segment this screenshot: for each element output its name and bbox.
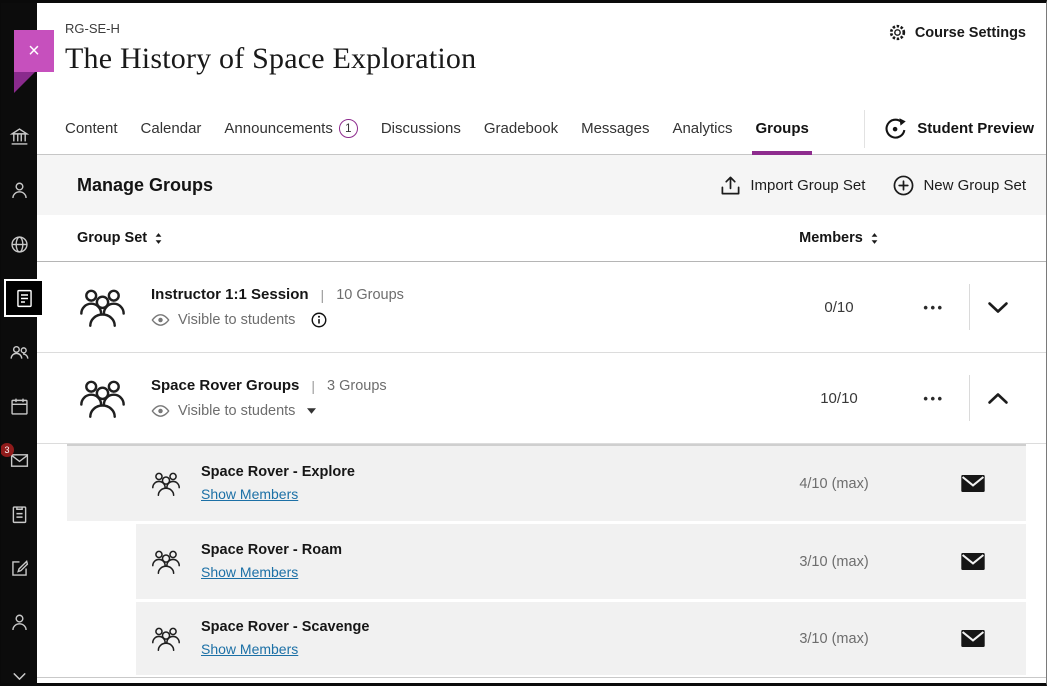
tab-discussions[interactable]: Discussions: [381, 103, 461, 154]
sort-group-set-header[interactable]: Group Set: [65, 230, 163, 246]
course-tabbar: Content Calendar Announcements 1 Discuss…: [37, 103, 1046, 155]
nav-more-chevron-icon[interactable]: [8, 665, 30, 686]
new-group-set-button[interactable]: New Group Set: [893, 175, 1026, 196]
import-icon: [720, 175, 741, 196]
course-header: RG-SE-H The History of Space Exploration…: [37, 3, 1046, 103]
visibility-label: Visible to students: [178, 312, 295, 328]
show-members-link[interactable]: Show Members: [201, 641, 298, 657]
tools-icon[interactable]: [8, 557, 30, 579]
import-group-set-button[interactable]: Import Group Set: [720, 175, 865, 196]
info-icon[interactable]: [311, 312, 327, 328]
subgroup-name: Space Rover - Explore: [201, 464, 355, 480]
manage-groups-bar: Manage Groups Import Group Set New Group…: [37, 155, 1046, 215]
messages-count-badge: 3: [0, 443, 14, 457]
tab-calendar[interactable]: Calendar: [141, 103, 202, 154]
members-count: 10/10: [820, 390, 858, 407]
caret-down-icon: [307, 408, 316, 414]
separator: |: [321, 287, 325, 303]
manage-actions: Import Group Set New Group Set: [720, 175, 1026, 196]
subgroup-name: Space Rover - Scavenge: [201, 619, 369, 635]
courses-icon[interactable]: [4, 279, 44, 317]
divider: [969, 284, 970, 330]
sort-members-header[interactable]: Members: [799, 230, 879, 246]
group-table-header: Group Set Members: [37, 215, 1046, 262]
subgroup-row-roam: Space Rover - Roam Show Members 3/10 (ma…: [67, 524, 1026, 599]
visibility-dropdown[interactable]: Visible to students: [151, 403, 316, 419]
student-preview-label: Student Preview: [917, 120, 1034, 137]
tab-announcements[interactable]: Announcements 1: [224, 103, 357, 154]
course-title: The History of Space Exploration: [65, 42, 1026, 76]
gear-icon: [888, 23, 907, 42]
group-set-icon: [79, 376, 126, 420]
course-page: RG-SE-H The History of Space Exploration…: [37, 3, 1046, 683]
course-settings-label: Course Settings: [915, 25, 1026, 41]
institution-icon[interactable]: [8, 125, 30, 147]
plus-circle-icon: [893, 175, 914, 196]
app-window: 3 × RG-SE-H The History of Space Explora…: [0, 0, 1047, 686]
group-set-name: Space Rover Groups: [151, 377, 299, 394]
show-members-link[interactable]: Show Members: [201, 486, 298, 502]
subgroup-list: Space Rover - Explore Show Members 4/10 …: [67, 444, 1026, 675]
messages-icon[interactable]: 3: [8, 449, 30, 471]
subgroup-name: Space Rover - Roam: [201, 542, 342, 558]
subgroup-members-count: 3/10 (max): [774, 631, 894, 647]
sort-icon: [870, 232, 879, 245]
chevron-down-icon: [987, 301, 1009, 314]
mail-icon: [960, 551, 986, 572]
announcements-count-badge: 1: [339, 119, 358, 138]
course-code: RG-SE-H: [65, 21, 1026, 36]
organizations-icon[interactable]: [8, 341, 30, 363]
subgroup-row-scavenge: Space Rover - Scavenge Show Members 3/10…: [67, 602, 1026, 675]
next-row-divider: [37, 677, 1046, 678]
visibility-label: Visible to students: [178, 403, 295, 419]
group-icon: [151, 470, 181, 497]
divider: [969, 375, 970, 421]
subgroup-row-explore: Space Rover - Explore Show Members 4/10 …: [67, 446, 1026, 521]
student-preview-button[interactable]: Student Preview: [864, 110, 1046, 148]
close-course-button[interactable]: ×: [14, 30, 54, 72]
mail-icon: [960, 628, 986, 649]
chevron-up-icon: [987, 392, 1009, 405]
row-overflow-menu-button[interactable]: •••: [923, 391, 944, 406]
tab-content[interactable]: Content: [65, 103, 118, 154]
tab-groups[interactable]: Groups: [755, 103, 808, 154]
activity-stream-icon[interactable]: [8, 233, 30, 255]
message-group-button[interactable]: [960, 628, 986, 649]
message-group-button[interactable]: [960, 473, 986, 494]
tab-analytics[interactable]: Analytics: [672, 103, 732, 154]
group-set-icon: [79, 285, 126, 329]
row-overflow-menu-button[interactable]: •••: [923, 300, 944, 315]
group-icon: [151, 625, 181, 652]
subgroup-members-count: 4/10 (max): [774, 476, 894, 492]
course-settings-button[interactable]: Course Settings: [888, 23, 1026, 42]
mail-icon: [960, 473, 986, 494]
subgroup-members-count: 3/10 (max): [774, 554, 894, 570]
message-group-button[interactable]: [960, 551, 986, 572]
sort-icon: [154, 232, 163, 245]
collapse-row-button[interactable]: [987, 392, 1009, 405]
close-button-fold: [14, 72, 35, 93]
groups-count: 3 Groups: [327, 378, 387, 394]
eye-icon: [151, 405, 170, 417]
page-title: Manage Groups: [77, 175, 213, 196]
profile-icon[interactable]: [8, 179, 30, 201]
separator: |: [311, 378, 315, 394]
grades-icon[interactable]: [8, 503, 30, 525]
group-set-row-instructor-session: Instructor 1:1 Session | 10 Groups Visib…: [37, 262, 1046, 353]
account-icon[interactable]: [8, 611, 30, 633]
eye-icon: [151, 314, 170, 326]
base-navigation-sidebar: 3: [1, 3, 37, 683]
tab-gradebook[interactable]: Gradebook: [484, 103, 558, 154]
calendar-icon[interactable]: [8, 395, 30, 417]
group-set-name: Instructor 1:1 Session: [151, 286, 309, 303]
student-preview-icon: [883, 116, 908, 141]
group-set-row-space-rover: Space Rover Groups | 3 Groups Visible to…: [37, 353, 1046, 444]
group-icon: [151, 548, 181, 575]
groups-count: 10 Groups: [336, 287, 404, 303]
show-members-link[interactable]: Show Members: [201, 564, 298, 580]
tab-messages[interactable]: Messages: [581, 103, 649, 154]
members-count: 0/10: [824, 299, 853, 316]
expand-row-button[interactable]: [987, 301, 1009, 314]
